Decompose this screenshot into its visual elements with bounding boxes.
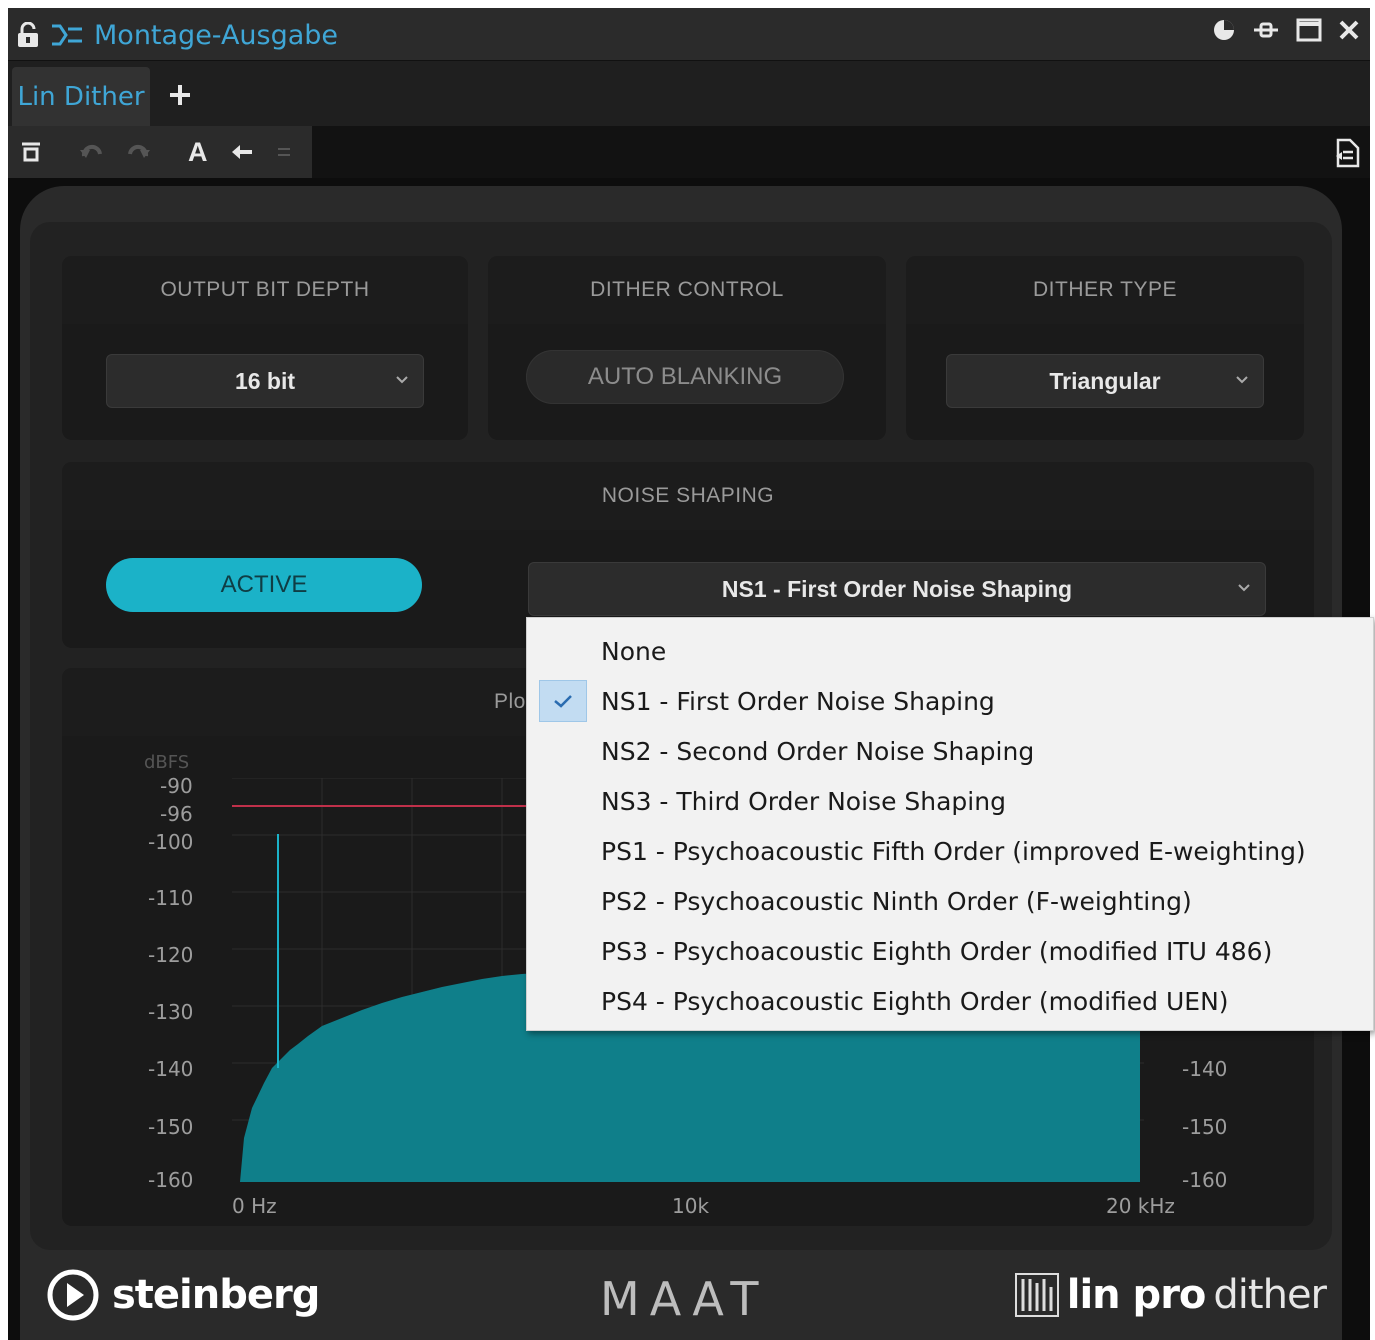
lin-pro-icon — [1014, 1273, 1059, 1317]
lin-pro-wordmark: lin pro — [1066, 1272, 1207, 1318]
y-tick-left: -160 — [148, 1168, 194, 1192]
menu-item[interactable]: None — [527, 626, 1373, 676]
plus-icon — [170, 85, 190, 105]
y-tick-left: -150 — [148, 1115, 194, 1139]
bit-depth-select[interactable]: 16 bit — [106, 354, 424, 408]
steinberg-wordmark: steinberg — [112, 1272, 320, 1318]
y-tick-right: -150 — [1182, 1115, 1228, 1139]
y-tick-left: -120 — [148, 943, 194, 967]
x-tick: 10k — [672, 1194, 710, 1218]
dither-type-value: Triangular — [1049, 367, 1161, 394]
y-tick-right: -140 — [1182, 1057, 1228, 1081]
chevron-down-icon — [396, 376, 408, 384]
preset-menu-icon[interactable] — [1334, 138, 1362, 168]
menu-item-selected[interactable]: NS1 - First Order Noise Shaping — [527, 676, 1373, 726]
y-tick-left: -110 — [148, 886, 194, 910]
menu-item[interactable]: PS1 - Psychoacoustic Fifth Order (improv… — [527, 826, 1373, 876]
equal-icon[interactable] — [276, 145, 292, 159]
plugin-toolbar: A — [8, 126, 1370, 178]
dither-type-select[interactable]: Triangular — [946, 354, 1264, 408]
menu-item[interactable]: PS4 - Psychoacoustic Eighth Order (modif… — [527, 976, 1373, 1026]
output-bit-depth-header: OUTPUT BIT DEPTH — [62, 256, 468, 324]
menu-item[interactable]: PS3 - Psychoacoustic Eighth Order (modif… — [527, 926, 1373, 976]
dither-type-header: DITHER TYPE — [906, 256, 1304, 324]
output-bit-depth-panel: OUTPUT BIT DEPTH 16 bit — [62, 256, 468, 440]
redo-icon[interactable] — [126, 142, 152, 162]
tab-label: Lin Dither — [17, 82, 145, 112]
bypass-icon[interactable] — [20, 141, 42, 163]
add-tab-button[interactable] — [160, 75, 200, 115]
auto-blanking-button[interactable]: AUTO BLANKING — [526, 350, 844, 404]
noise-shaping-active-button[interactable]: ACTIVE — [106, 558, 422, 612]
lock-open-icon[interactable] — [16, 22, 40, 48]
tab-lin-dither[interactable]: Lin Dither — [12, 67, 150, 127]
dither-control-panel: DITHER CONTROL AUTO BLANKING — [488, 256, 886, 440]
menu-item[interactable]: PS2 - Psychoacoustic Ninth Order (F-weig… — [527, 876, 1373, 926]
x-tick: 20 kHz — [1106, 1194, 1175, 1218]
y-tick-left: -100 — [148, 830, 194, 854]
dither-control-header: DITHER CONTROL — [488, 256, 886, 324]
x-tick: 0 Hz — [232, 1194, 277, 1218]
window-title: Montage-Ausgabe — [94, 19, 339, 51]
theme-icon[interactable] — [1212, 18, 1236, 42]
maat-logo: MAAT — [600, 1272, 769, 1326]
undo-icon[interactable] — [78, 142, 104, 162]
noise-shaping-dropdown-menu: None NS1 - First Order Noise Shaping NS2… — [526, 617, 1374, 1031]
checkmark-icon — [539, 680, 587, 722]
pin-icon[interactable] — [1252, 20, 1280, 40]
output-chain-icon[interactable] — [50, 22, 84, 48]
steinberg-icon — [47, 1269, 99, 1321]
noise-shaping-value: NS1 - First Order Noise Shaping — [721, 575, 1073, 602]
plot-header-text: Plo — [494, 690, 526, 713]
y-tick-left: -130 — [148, 1000, 194, 1024]
bit-depth-value: 16 bit — [234, 367, 296, 394]
noise-shaping-header: NOISE SHAPING — [62, 462, 1314, 530]
chevron-down-icon — [1238, 584, 1250, 592]
preset-field[interactable] — [312, 126, 1370, 178]
tab-bar: Lin Dither — [8, 60, 1370, 127]
dither-type-panel: DITHER TYPE Triangular — [906, 256, 1304, 440]
menu-item[interactable]: NS3 - Third Order Noise Shaping — [527, 776, 1373, 826]
steinberg-logo: steinberg — [46, 1268, 320, 1322]
noise-shaping-select[interactable]: NS1 - First Order Noise Shaping — [528, 562, 1266, 616]
y-tick-left: -90 — [160, 774, 193, 798]
brand-bar: steinberg MAAT lin pro dither — [20, 1250, 1342, 1340]
y-tick-left: -140 — [148, 1057, 194, 1081]
title-bar: Montage-Ausgabe — [8, 8, 1370, 60]
arrow-left-icon[interactable] — [230, 142, 254, 162]
maximize-icon[interactable] — [1296, 18, 1322, 42]
lin-pro-dither-logo: lin pro dither — [1014, 1272, 1327, 1318]
menu-item[interactable]: NS2 - Second Order Noise Shaping — [527, 726, 1373, 776]
close-icon[interactable] — [1338, 19, 1360, 41]
dither-wordmark: dither — [1213, 1272, 1327, 1318]
chevron-down-icon — [1236, 376, 1248, 384]
y-tick-left: -96 — [160, 802, 193, 826]
font-button[interactable]: A — [188, 137, 208, 168]
y-tick-right: -160 — [1182, 1168, 1228, 1192]
plot-unit-label: dBFS — [144, 752, 190, 773]
